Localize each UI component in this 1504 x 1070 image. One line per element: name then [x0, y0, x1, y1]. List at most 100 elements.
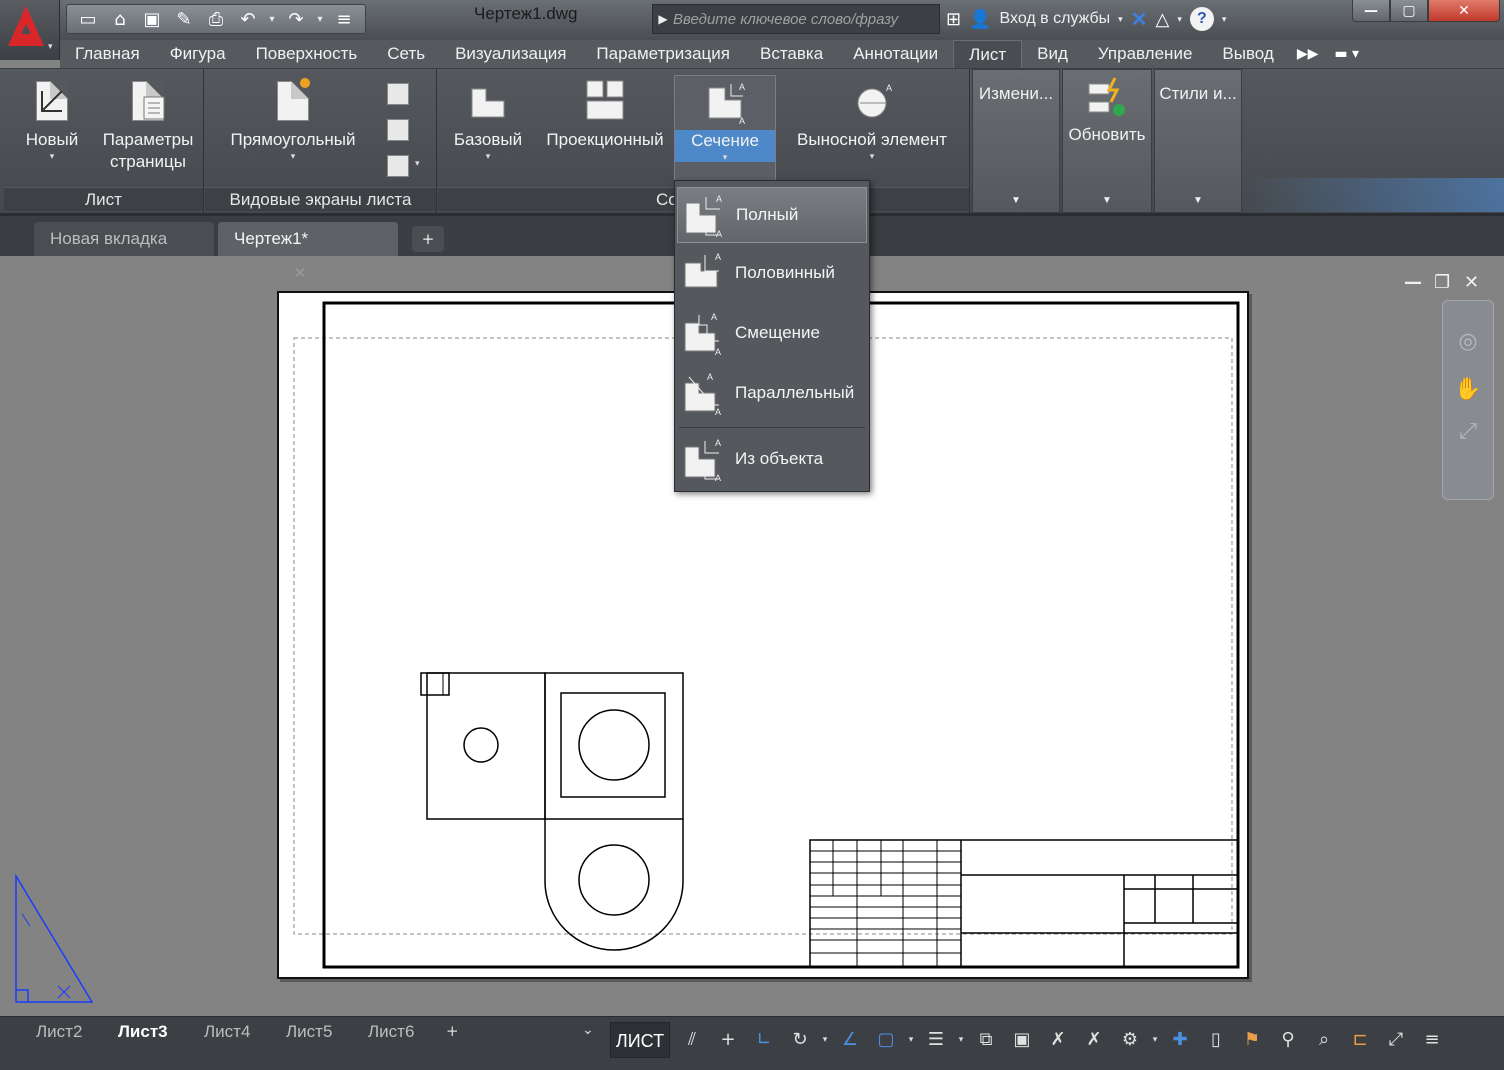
tab-new-tab[interactable]: Новая вкладка	[34, 222, 214, 256]
tab-output[interactable]: Вывод	[1207, 40, 1288, 68]
tab-visualize[interactable]: Визуализация	[440, 40, 581, 68]
tab-manage[interactable]: Управление	[1083, 40, 1208, 68]
isodraft-icon[interactable]: ∠	[832, 1022, 868, 1058]
application-menu-button[interactable]: ▾	[0, 0, 60, 60]
viewport-close-icon[interactable]: ✕	[1464, 272, 1479, 293]
layout-tab-6[interactable]: Лист6	[368, 1018, 414, 1046]
tab-surface[interactable]: Поверхность	[241, 40, 373, 68]
viewport-restore-icon[interactable]: ❐	[1434, 272, 1450, 293]
isolate-objects-icon[interactable]: ⚑	[1234, 1022, 1270, 1058]
tab-insert[interactable]: Вставка	[745, 40, 838, 68]
layout-tab-3[interactable]: Лист3	[118, 1018, 168, 1046]
menu-item-from-object[interactable]: AA Из объекта	[677, 431, 867, 487]
new-layout-button[interactable]: Новый ▾	[18, 69, 86, 161]
fullscreen-icon[interactable]: ⤢	[1378, 1022, 1414, 1058]
save-as-icon[interactable]: ✎	[169, 6, 199, 32]
workspace-gear-icon[interactable]: ⚙	[1112, 1022, 1148, 1058]
annotation-visibility-icon[interactable]: ✗	[1040, 1022, 1076, 1058]
units-icon[interactable]: ▯	[1198, 1022, 1234, 1058]
chevron-down-icon[interactable]: ▾	[904, 1035, 918, 1045]
selection-cycling-icon[interactable]: ⧉	[968, 1022, 1004, 1058]
clean-screen-icon[interactable]: ⊏	[1342, 1022, 1378, 1058]
viewport-minimize-icon[interactable]: —	[1404, 272, 1422, 293]
chevron-down-icon[interactable]: ▾	[1177, 14, 1182, 25]
chevron-down-icon[interactable]: ⌄	[582, 1022, 594, 1038]
chevron-down-icon[interactable]: ▾	[818, 1035, 832, 1045]
binoculars-icon[interactable]: ⊞	[946, 9, 961, 30]
tab-annotate[interactable]: Аннотации	[838, 40, 953, 68]
detail-view-button[interactable]: A Выносной элемент ▾	[788, 69, 956, 161]
help-icon[interactable]: ?	[1189, 7, 1214, 31]
panel-styles[interactable]: Стили и... ▼	[1154, 69, 1242, 213]
viewport-scale-icon[interactable]: ▣	[1004, 1022, 1040, 1058]
tab-home[interactable]: Главная	[60, 40, 155, 68]
undo-dropdown-icon[interactable]: ▾	[265, 14, 279, 25]
chevron-down-icon[interactable]: ▾	[1118, 14, 1123, 25]
model-layout-toggle[interactable]: ЛИСТ	[610, 1022, 670, 1058]
signin-button[interactable]: Вход в службы	[1000, 10, 1111, 28]
menu-item-aligned-section[interactable]: AA Параллельный	[677, 365, 867, 421]
close-button[interactable]: ✕	[1428, 0, 1500, 22]
tab-mesh[interactable]: Сеть	[372, 40, 440, 68]
lock-viewport-icon[interactable]	[387, 155, 409, 177]
object-snap-icon[interactable]: ▢	[868, 1022, 904, 1058]
menu-item-half-section[interactable]: A Половинный	[677, 245, 867, 301]
print-icon[interactable]: ⎙	[201, 6, 231, 32]
customization-menu-icon[interactable]: ≡	[1414, 1022, 1450, 1058]
annotation-monitor-icon[interactable]: ✚	[1162, 1022, 1198, 1058]
pan-icon[interactable]: ✋	[1453, 377, 1483, 407]
tab-layout[interactable]: Лист	[953, 40, 1023, 68]
projected-view-button[interactable]: Проекционный	[538, 69, 672, 151]
named-viewports-icon[interactable]	[387, 83, 409, 105]
infer-constraints-icon[interactable]: +	[710, 1022, 746, 1058]
minimize-button[interactable]: —	[1352, 0, 1390, 22]
svg-text:A: A	[716, 229, 722, 237]
rectangular-viewport-button[interactable]: Прямоугольный ▾	[219, 69, 367, 161]
ortho-icon[interactable]: ∟	[746, 1022, 782, 1058]
lineweight-icon[interactable]: ☰	[918, 1022, 954, 1058]
tab-solid[interactable]: Фигура	[155, 40, 241, 68]
clip-viewport-icon[interactable]	[387, 119, 409, 141]
tab-view[interactable]: Вид	[1022, 40, 1083, 68]
page-setup-button[interactable]: Параметры страницы	[98, 69, 198, 173]
redo-dropdown-icon[interactable]: ▾	[313, 14, 327, 25]
steering-wheel-icon[interactable]: ◎	[1453, 329, 1483, 359]
new-file-icon[interactable]: ▭	[73, 6, 103, 32]
panel-modify-view[interactable]: Измени... ▼	[972, 69, 1060, 213]
snap-icon[interactable]: ⫽	[674, 1022, 710, 1058]
zoom-icon[interactable]: ⤢	[1453, 419, 1483, 449]
undo-icon[interactable]: ↶	[233, 6, 263, 32]
search-box[interactable]: ▶ Введите ключевое слово/фразу	[652, 4, 940, 34]
search-input[interactable]: Введите ключевое слово/фразу	[673, 11, 898, 28]
maximize-button[interactable]: ▢	[1390, 0, 1428, 22]
hardware-acceleration-icon[interactable]: ⚲	[1270, 1022, 1306, 1058]
more-tabs-icon[interactable]: ▶▶	[1289, 46, 1327, 62]
menu-item-offset-section[interactable]: AA Смещение	[677, 305, 867, 361]
open-icon[interactable]: ⌂	[105, 6, 135, 32]
add-tab-button[interactable]: +	[412, 226, 444, 252]
a360-icon[interactable]: △	[1155, 9, 1169, 30]
layout-tab-5[interactable]: Лист5	[286, 1018, 332, 1046]
redo-icon[interactable]: ↷	[281, 6, 311, 32]
auto-scale-icon[interactable]: ✗	[1076, 1022, 1112, 1058]
customize-qat-icon[interactable]: ≡	[329, 6, 359, 32]
save-icon[interactable]: ▣	[137, 6, 167, 32]
close-icon[interactable]: ✕	[294, 265, 307, 282]
base-view-button[interactable]: Базовый ▾	[448, 69, 528, 161]
panel-update[interactable]: Обновить ▼	[1062, 69, 1152, 213]
add-layout-button[interactable]: +	[446, 1022, 459, 1040]
menu-item-full-section[interactable]: AA Полный	[677, 187, 867, 243]
chevron-down-icon[interactable]: ▾	[1222, 14, 1227, 25]
chevron-down-icon[interactable]: ▾	[415, 159, 420, 169]
layout-tab-2[interactable]: Лист2	[36, 1018, 82, 1046]
graphics-icon[interactable]: ⌕	[1306, 1022, 1342, 1058]
chevron-down-icon[interactable]: ▾	[954, 1035, 968, 1045]
layout-tab-4[interactable]: Лист4	[204, 1018, 250, 1046]
ribbon-minimize-icon[interactable]: ▬ ▾	[1326, 46, 1367, 62]
section-view-button[interactable]: AA Сечение ▾	[674, 75, 776, 181]
exchange-icon[interactable]: ✕	[1131, 7, 1148, 32]
chevron-down-icon[interactable]: ▾	[1148, 1035, 1162, 1045]
tab-drawing1[interactable]: Чертеж1* ✕	[218, 222, 398, 282]
polar-icon[interactable]: ↻	[782, 1022, 818, 1058]
tab-parametric[interactable]: Параметризация	[581, 40, 745, 68]
